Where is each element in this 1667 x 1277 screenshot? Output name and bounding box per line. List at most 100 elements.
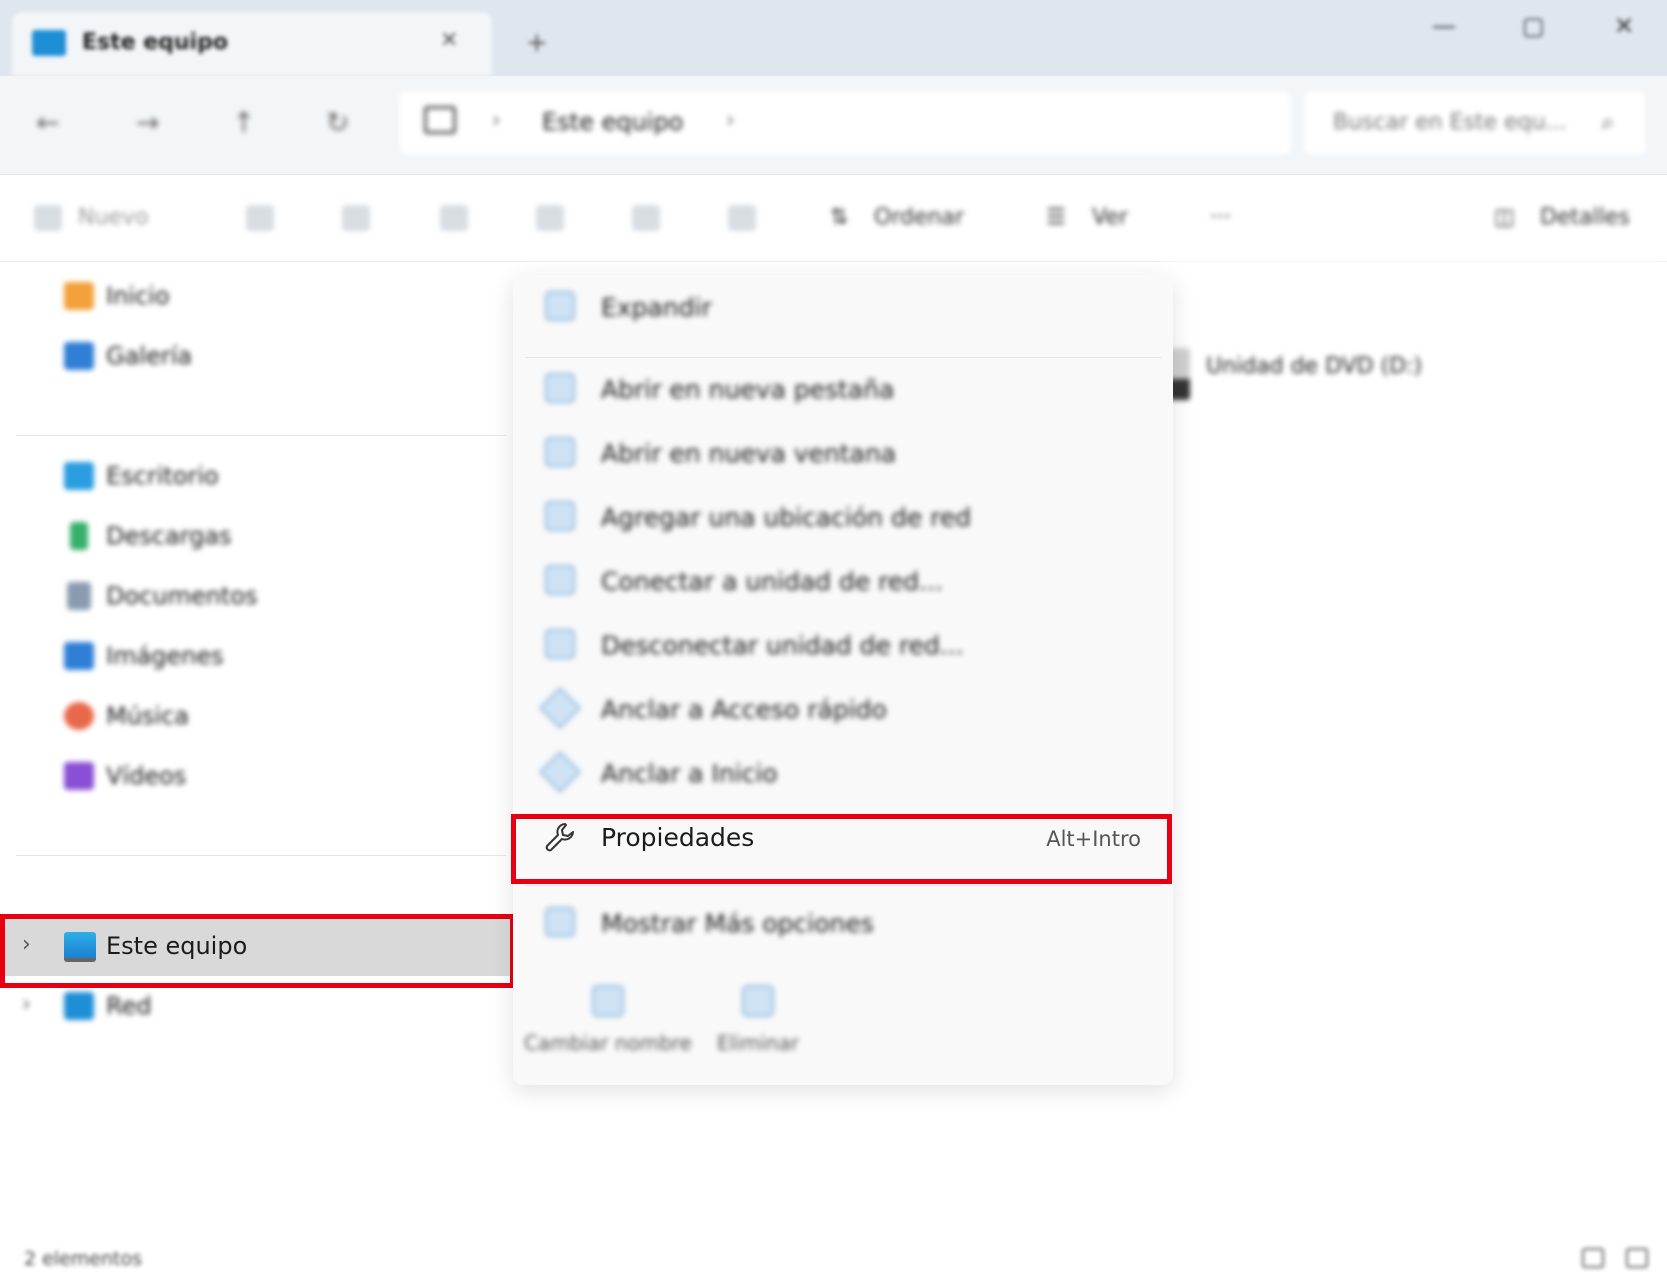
menu-item-expandir[interactable]: Expandir — [513, 275, 1173, 339]
navigation-pane: Inicio Galería Escritorio Descargas Docu… — [0, 262, 515, 1242]
delete-action-button[interactable]: Eliminar — [663, 975, 853, 1075]
sidebar-item-musica[interactable]: Música — [0, 686, 515, 746]
pictures-icon — [64, 642, 94, 670]
new-button[interactable]: Nuevo — [78, 205, 148, 230]
search-input[interactable]: Buscar en Este equ... ⌕ — [1305, 92, 1645, 154]
view-button[interactable]: Ver — [1092, 205, 1128, 230]
this-pc-icon — [424, 106, 456, 134]
network-location-icon — [545, 501, 575, 531]
tiles-view-icon[interactable] — [1626, 1248, 1648, 1268]
sidebar-item-label: Descargas — [106, 522, 232, 550]
menu-item-anclar-inicio[interactable]: Anclar a Inicio — [513, 741, 1173, 805]
expand-icon — [545, 291, 575, 321]
view-icon: ☰ — [1046, 205, 1066, 230]
pin-icon — [538, 686, 582, 730]
new-window-icon — [545, 437, 575, 467]
highlight-este-equipo — [0, 914, 515, 988]
menu-item-label: Agregar una ubicación de red — [601, 503, 972, 532]
chevron-right-icon[interactable]: › — [492, 108, 501, 133]
desktop-folder-icon — [64, 462, 94, 490]
new-tab-button[interactable]: + — [526, 28, 548, 58]
menu-item-label: Anclar a Acceso rápido — [601, 695, 887, 724]
sidebar-item-label: Red — [106, 992, 152, 1020]
new-icon — [34, 205, 62, 231]
gallery-icon — [64, 342, 94, 370]
sort-button[interactable]: Ordenar — [874, 205, 964, 230]
menu-item-label: Anclar a Inicio — [601, 759, 778, 788]
menu-item-label: Abrir en nueva pestaña — [601, 375, 895, 404]
trash-icon — [742, 985, 774, 1017]
menu-item-conectar-unidad-red[interactable]: Conectar a unidad de red... — [513, 549, 1173, 613]
item-count: 2 elementos — [24, 1248, 142, 1270]
sort-icon: ⇅ — [830, 205, 849, 230]
menu-item-label: Desconectar unidad de red... — [601, 631, 964, 660]
cut-icon[interactable] — [246, 205, 274, 231]
menu-item-desconectar-unidad-red[interactable]: Desconectar unidad de red... — [513, 613, 1173, 677]
menu-item-agregar-ubicacion-red[interactable]: Agregar una ubicación de red — [513, 485, 1173, 549]
network-icon — [64, 992, 94, 1020]
sidebar-item-escritorio[interactable]: Escritorio — [0, 446, 515, 506]
title-bar: Este equipo ✕ + — ▢ ✕ — [0, 0, 1667, 76]
sidebar-item-imagenes[interactable]: Imágenes — [0, 626, 515, 686]
new-tab-icon — [545, 373, 575, 403]
command-bar: Nuevo ⇅ Ordenar ☰ Ver ··· ◫ Detalles — [0, 175, 1667, 262]
menu-item-mostrar-mas-opciones[interactable]: Mostrar Más opciones — [513, 891, 1173, 955]
address-bar[interactable]: › Este equipo › — [400, 92, 1290, 154]
paste-icon[interactable] — [440, 205, 468, 231]
up-button[interactable]: ↑ — [232, 106, 255, 139]
context-menu: Expandir Abrir en nueva pestaña Abrir en… — [513, 275, 1173, 1085]
more-options-icon — [545, 907, 575, 937]
menu-item-label: Mostrar Más opciones — [601, 909, 874, 938]
menu-item-label: Expandir — [601, 293, 712, 322]
tab-title: Este equipo — [82, 30, 228, 55]
rename-icon — [592, 985, 624, 1017]
refresh-button[interactable]: ↻ — [326, 106, 349, 139]
home-icon — [64, 282, 94, 310]
breadcrumb[interactable]: Este equipo — [542, 108, 683, 136]
tab-este-equipo[interactable]: Este equipo ✕ — [12, 12, 492, 76]
details-button[interactable]: Detalles — [1540, 205, 1630, 230]
sidebar-item-galeria[interactable]: Galería — [0, 326, 515, 386]
sidebar-item-label: Escritorio — [106, 462, 219, 490]
documents-icon — [67, 582, 91, 610]
sidebar-divider — [16, 855, 506, 856]
file-list: Unidad de DVD (D:) — [1160, 262, 1667, 1242]
sidebar-item-inicio[interactable]: Inicio — [0, 266, 515, 326]
share-icon[interactable] — [632, 205, 660, 231]
sidebar-item-label: Documentos — [106, 582, 258, 610]
copy-icon[interactable] — [342, 205, 370, 231]
action-label: Eliminar — [717, 1031, 799, 1055]
disconnect-drive-icon — [545, 629, 575, 659]
tab-close-icon[interactable]: ✕ — [440, 28, 458, 53]
search-placeholder: Buscar en Este equ... — [1333, 110, 1567, 135]
chevron-right-icon[interactable]: › — [22, 992, 31, 1017]
sidebar-item-documentos[interactable]: Documentos — [0, 566, 515, 626]
forward-button[interactable]: → — [136, 106, 159, 139]
sidebar-item-label: Vídeos — [106, 762, 187, 790]
videos-icon — [64, 762, 94, 790]
sidebar-item-videos[interactable]: Vídeos — [0, 746, 515, 806]
chevron-right-icon[interactable]: › — [726, 108, 735, 133]
menu-item-anclar-acceso-rapido[interactable]: Anclar a Acceso rápido — [513, 677, 1173, 741]
this-pc-icon — [32, 30, 66, 56]
menu-item-abrir-nueva-pestana[interactable]: Abrir en nueva pestaña — [513, 357, 1173, 421]
highlight-propiedades — [511, 814, 1172, 884]
sidebar-item-label: Música — [106, 702, 189, 730]
sidebar-item-descargas[interactable]: Descargas — [0, 506, 515, 566]
rename-icon[interactable] — [536, 205, 564, 231]
search-icon: ⌕ — [1601, 108, 1615, 136]
close-button[interactable]: ✕ — [1614, 12, 1634, 40]
navigation-bar: ← → ↑ ↻ › Este equipo › Buscar en Este e… — [0, 76, 1667, 175]
minimize-button[interactable]: — — [1432, 12, 1456, 40]
sidebar-item-label: Galería — [106, 342, 192, 370]
delete-icon[interactable] — [728, 205, 756, 231]
back-button[interactable]: ← — [36, 106, 59, 139]
drive-label: Unidad de DVD (D:) — [1206, 354, 1423, 379]
sidebar-item-label: Inicio — [106, 282, 170, 310]
menu-item-abrir-nueva-ventana[interactable]: Abrir en nueva ventana — [513, 421, 1173, 485]
details-view-icon[interactable] — [1582, 1248, 1604, 1268]
more-options-button[interactable]: ··· — [1210, 205, 1231, 230]
sidebar-item-label: Imágenes — [106, 642, 224, 670]
map-drive-icon — [545, 565, 575, 595]
maximize-button[interactable]: ▢ — [1522, 12, 1545, 40]
